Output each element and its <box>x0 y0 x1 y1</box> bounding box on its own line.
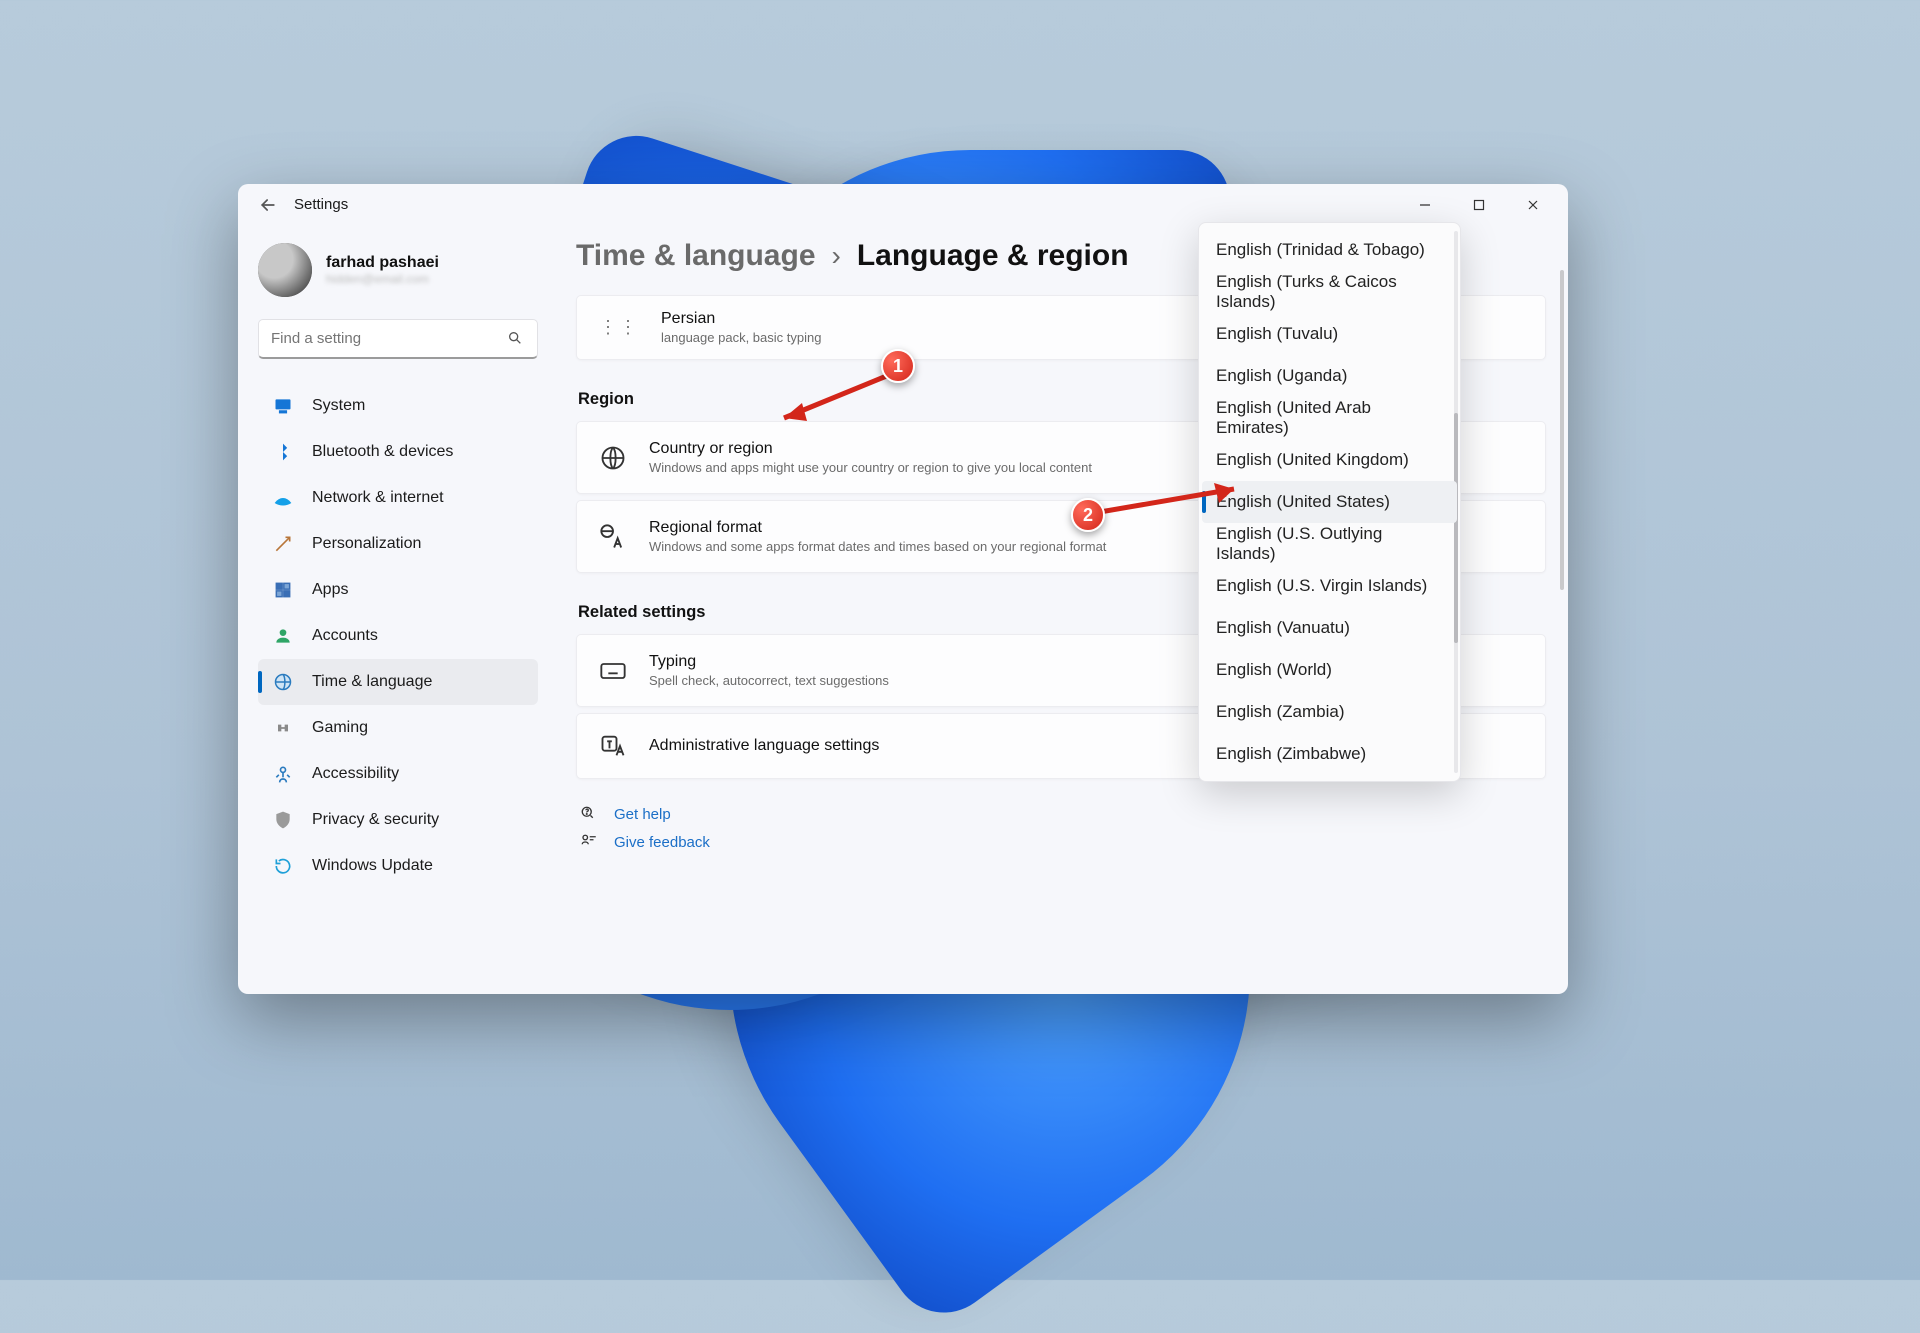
dropdown-option[interactable]: English (U.S. Outlying Islands) <box>1202 523 1457 565</box>
dropdown-option[interactable]: English (U.S. Virgin Islands) <box>1202 565 1457 607</box>
nav-icon <box>272 763 294 785</box>
dropdown-option[interactable]: English (United Arab Emirates) <box>1202 397 1457 439</box>
admin-language-icon <box>599 732 627 760</box>
nav-icon <box>272 487 294 509</box>
annotation-marker-1: 1 <box>881 349 915 383</box>
sidebar-item-privacy-security[interactable]: Privacy & security <box>258 797 538 843</box>
get-help-link[interactable]: Get help <box>614 806 671 823</box>
sidebar-item-bluetooth-devices[interactable]: Bluetooth & devices <box>258 429 538 475</box>
row-title: Regional format <box>649 519 1106 537</box>
profile-block[interactable]: farhad pashaei hidden@email.com <box>258 243 538 297</box>
sidebar-item-personalization[interactable]: Personalization <box>258 521 538 567</box>
back-button[interactable] <box>258 195 278 215</box>
search-icon <box>507 330 523 351</box>
globe-icon <box>599 444 627 472</box>
nav-icon <box>272 717 294 739</box>
sidebar-item-accounts[interactable]: Accounts <box>258 613 538 659</box>
dropdown-option[interactable]: English (World) <box>1202 649 1457 691</box>
keyboard-icon <box>599 657 627 685</box>
language-title: Persian <box>661 310 821 328</box>
avatar <box>258 243 312 297</box>
row-subtitle: Spell check, autocorrect, text suggestio… <box>649 673 889 688</box>
scrollbar-thumb[interactable] <box>1560 270 1564 590</box>
row-title: Typing <box>649 653 889 671</box>
window-controls <box>1398 184 1560 225</box>
search-input[interactable] <box>271 330 525 347</box>
settings-window: Settings farhad pashaei hidden@email.com <box>238 184 1568 994</box>
sidebar-item-label: Personalization <box>312 535 421 553</box>
dropdown-option[interactable]: English (Trinidad & Tobago) <box>1202 229 1457 271</box>
row-title: Administrative language settings <box>649 737 879 755</box>
dropdown-option[interactable]: English (Tuvalu) <box>1202 313 1457 355</box>
sidebar-nav: System Bluetooth & devices Network & int… <box>258 383 538 889</box>
nav-icon <box>272 579 294 601</box>
sidebar-item-label: Bluetooth & devices <box>312 443 453 461</box>
nav-icon <box>272 533 294 555</box>
annotation-marker-2: 2 <box>1071 498 1105 532</box>
nav-icon <box>272 625 294 647</box>
main-content: Time & language › Language & region ⋮⋮ P… <box>554 225 1568 994</box>
sidebar-item-gaming[interactable]: Gaming <box>258 705 538 751</box>
sidebar-item-windows-update[interactable]: Windows Update <box>258 843 538 889</box>
sidebar-item-label: Apps <box>312 581 348 599</box>
sidebar-item-apps[interactable]: Apps <box>258 567 538 613</box>
close-button[interactable] <box>1506 184 1560 225</box>
sidebar-item-label: System <box>312 397 365 415</box>
breadcrumb-parent[interactable]: Time & language <box>576 239 816 273</box>
minimize-button[interactable] <box>1398 184 1452 225</box>
profile-email: hidden@email.com <box>326 272 439 286</box>
nav-icon <box>272 809 294 831</box>
sidebar-item-accessibility[interactable]: Accessibility <box>258 751 538 797</box>
maximize-button[interactable] <box>1452 184 1506 225</box>
dropdown-option[interactable]: English (Uganda) <box>1202 355 1457 397</box>
profile-name: farhad pashaei <box>326 254 439 272</box>
annotation-arrow-2 <box>1084 483 1254 523</box>
language-subtitle: language pack, basic typing <box>661 330 821 345</box>
give-feedback-link[interactable]: Give feedback <box>614 834 710 851</box>
sidebar-item-label: Accessibility <box>312 765 399 783</box>
globe-letter-icon <box>599 523 627 551</box>
sidebar: farhad pashaei hidden@email.com System B… <box>238 225 554 994</box>
drag-handle-icon[interactable]: ⋮⋮ <box>599 317 639 338</box>
sidebar-item-system[interactable]: System <box>258 383 538 429</box>
page-title: Language & region <box>857 239 1129 273</box>
sidebar-item-time-language[interactable]: Time & language <box>258 659 538 705</box>
sidebar-item-network-internet[interactable]: Network & internet <box>258 475 538 521</box>
titlebar: Settings <box>238 184 1568 225</box>
sidebar-item-label: Windows Update <box>312 857 433 875</box>
nav-icon <box>272 671 294 693</box>
app-title: Settings <box>294 196 348 213</box>
nav-icon <box>272 395 294 417</box>
dropdown-option[interactable]: English (United Kingdom) <box>1202 439 1457 481</box>
nav-icon <box>272 855 294 877</box>
row-title: Country or region <box>649 440 1092 458</box>
dropdown-option[interactable]: English (Vanuatu) <box>1202 607 1457 649</box>
sidebar-item-label: Network & internet <box>312 489 444 507</box>
dropdown-option[interactable]: English (Zambia) <box>1202 691 1457 733</box>
dropdown-option[interactable]: English (Turks & Caicos Islands) <box>1202 271 1457 313</box>
search-box[interactable] <box>258 319 538 359</box>
nav-icon <box>272 441 294 463</box>
feedback-icon <box>580 833 598 851</box>
row-subtitle: Windows and some apps format dates and t… <box>649 539 1106 554</box>
chevron-right-icon: › <box>832 240 841 272</box>
sidebar-item-label: Privacy & security <box>312 811 439 829</box>
row-subtitle: Windows and apps might use your country … <box>649 460 1092 475</box>
dropdown-option[interactable]: English (Zimbabwe) <box>1202 733 1457 775</box>
sidebar-item-label: Gaming <box>312 719 368 737</box>
help-links: Get help Give feedback <box>580 805 1546 851</box>
sidebar-item-label: Time & language <box>312 673 432 691</box>
help-icon <box>580 805 598 823</box>
sidebar-item-label: Accounts <box>312 627 378 645</box>
